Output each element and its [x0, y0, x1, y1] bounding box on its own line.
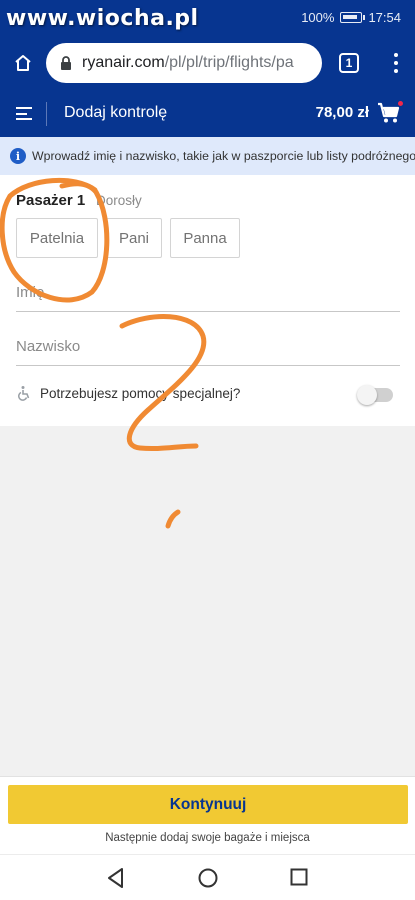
- bottom-panel: Kontynuuj Następnie dodaj swoje bagaże i…: [0, 776, 415, 854]
- special-assistance-toggle[interactable]: [357, 385, 393, 405]
- title-option-patelnia[interactable]: Patelnia: [16, 218, 98, 258]
- watermark: www.wiocha.pl: [6, 6, 199, 31]
- special-assistance-label: Potrzebujesz pomocy specjalnej?: [40, 385, 241, 401]
- special-assistance-row: Potrzebujesz pomocy specjalnej?: [16, 385, 240, 401]
- overflow-menu-icon[interactable]: [393, 53, 399, 73]
- info-banner: i Wprowadź imię i nazwisko, takie jak w …: [0, 137, 415, 175]
- status-bar: www.wiocha.pl 100% 17:54: [0, 0, 415, 36]
- home-icon: [15, 55, 31, 71]
- first-name-field[interactable]: Imię: [16, 272, 400, 312]
- browser-toolbar: ryanair.com/pl/pl/trip/flights/pa 1: [0, 36, 415, 90]
- first-name-label: Imię: [16, 284, 45, 301]
- hamburger-icon[interactable]: [16, 107, 32, 120]
- page-title: Dodaj kontrolę: [64, 104, 168, 121]
- next-step-note: Następnie dodaj swoje bagaże i miejsca: [105, 832, 310, 844]
- url-text: ryanair.com/pl/pl/trip/flights/pa: [82, 54, 294, 72]
- tabs-icon[interactable]: 1: [339, 53, 359, 73]
- home-button[interactable]: [0, 36, 46, 90]
- header-divider: [46, 102, 47, 126]
- nav-home-icon[interactable]: [197, 867, 219, 889]
- url-path: /pl/pl/trip/flights/pa: [164, 54, 294, 71]
- last-name-label: Nazwisko: [16, 338, 81, 355]
- clock: 17:54: [368, 10, 401, 25]
- battery-percent: 100%: [301, 10, 335, 25]
- nav-recent-icon[interactable]: [290, 868, 308, 886]
- continue-button[interactable]: Kontynuuj: [8, 785, 408, 824]
- info-icon: i: [10, 148, 26, 164]
- url-bar[interactable]: ryanair.com/pl/pl/trip/flights/pa: [46, 43, 322, 83]
- battery-icon: [340, 12, 366, 23]
- passenger-form: Pasażer 1 Dorosły Patelnia Pani Panna Im…: [0, 175, 415, 426]
- nav-back-icon[interactable]: [106, 867, 126, 889]
- system-nav-bar: [0, 854, 415, 900]
- basket-total[interactable]: 78,00 zł: [316, 104, 369, 121]
- wheelchair-icon: [18, 386, 30, 401]
- passenger-title: Pasażer 1: [16, 192, 86, 209]
- status-right: 100% 17:54: [301, 10, 401, 25]
- info-text: Wprowadź imię i nazwisko, takie jak w pa…: [32, 149, 415, 163]
- cart-badge: [397, 100, 404, 107]
- passenger-type: Dorosły: [96, 193, 142, 208]
- lock-icon: [61, 56, 71, 70]
- last-name-field[interactable]: Nazwisko: [16, 326, 400, 366]
- app-header: Dodaj kontrolę 78,00 zł: [0, 90, 415, 137]
- title-option-panna[interactable]: Panna: [170, 218, 240, 258]
- title-option-pani[interactable]: Pani: [106, 218, 162, 258]
- url-host: ryanair.com: [82, 54, 165, 71]
